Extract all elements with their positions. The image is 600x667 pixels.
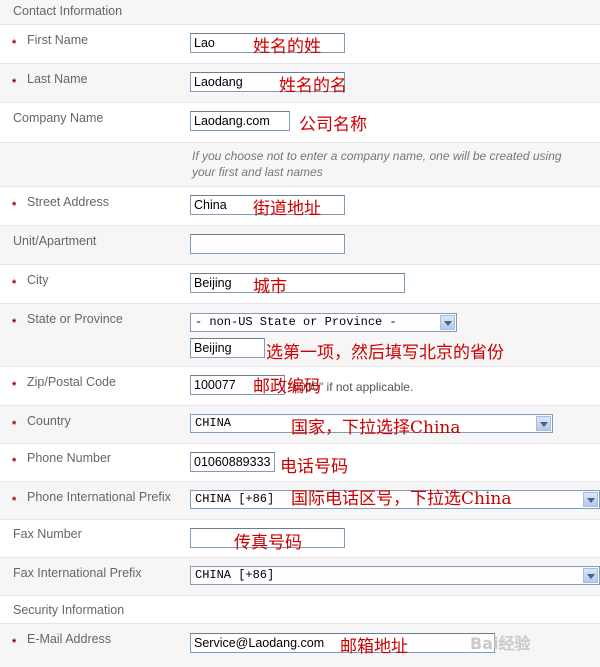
chevron-down-icon[interactable] xyxy=(583,568,598,583)
watermark-logo: Bai经验 xyxy=(470,634,531,653)
fax-prefix-label: Fax International Prefix xyxy=(13,566,142,580)
required-marker: * xyxy=(12,380,17,392)
state-province-label: State or Province xyxy=(27,312,123,326)
fax-number-label: Fax Number xyxy=(13,527,82,541)
required-marker: * xyxy=(12,38,17,50)
first-name-label: First Name xyxy=(27,33,89,47)
company-name-hint: If you choose not to enter a company nam… xyxy=(192,149,562,179)
phone-number-annotation: 电话号码 xyxy=(280,457,348,477)
state-province-input[interactable]: Beijing xyxy=(190,338,265,358)
fax-prefix-selected: CHINA [+86] xyxy=(195,568,275,582)
state-province-select[interactable]: - non-US State or Province - xyxy=(190,313,457,332)
company-name-input[interactable]: Laodang.com xyxy=(190,111,290,131)
required-marker: * xyxy=(12,77,17,89)
street-address-label: Street Address xyxy=(27,195,109,209)
phone-number-input[interactable]: 01060889333 xyxy=(190,452,275,472)
state-province-selected: - non-US State or Province - xyxy=(195,315,397,329)
city-annotation: 城市 xyxy=(253,277,287,297)
required-marker: * xyxy=(12,278,17,290)
street-address-annotation: 街道地址 xyxy=(253,199,321,219)
first-name-annotation: 姓名的姓 xyxy=(253,37,321,57)
phone-prefix-selected: CHINA [+86] xyxy=(195,492,275,506)
country-annotation: 国家，下拉选择China xyxy=(291,418,461,438)
zip-postal-code-label: Zip/Postal Code xyxy=(27,375,116,389)
required-marker: * xyxy=(12,419,17,431)
last-name-annotation: 姓名的名 xyxy=(279,76,347,96)
chevron-down-icon[interactable] xyxy=(536,416,551,431)
chevron-down-icon[interactable] xyxy=(583,492,598,507)
required-marker: * xyxy=(12,317,17,329)
country-label: Country xyxy=(27,414,71,428)
chevron-down-icon[interactable] xyxy=(440,315,455,330)
required-marker: * xyxy=(12,495,17,507)
phone-prefix-annotation: 国际电话区号，下拉选China xyxy=(291,489,512,509)
zip-postal-code-annotation: 邮政编码 xyxy=(253,377,321,397)
required-marker: * xyxy=(12,637,17,649)
company-name-label: Company Name xyxy=(13,111,104,125)
phone-number-label: Phone Number xyxy=(27,451,112,465)
city-input[interactable]: Beijing xyxy=(190,273,405,293)
city-label: City xyxy=(27,273,49,287)
fax-number-annotation: 传真号码 xyxy=(234,533,302,553)
country-selected: CHINA xyxy=(195,416,232,430)
fax-prefix-select[interactable]: CHINA [+86] xyxy=(190,566,600,585)
contact-information-heading: Contact Information xyxy=(13,4,123,18)
last-name-label: Last Name xyxy=(27,72,88,86)
required-marker: * xyxy=(12,200,17,212)
email-address-annotation: 邮箱地址 xyxy=(340,637,408,657)
required-marker: * xyxy=(12,456,17,468)
state-province-annotation: 选第一项，然后填写北京的省份 xyxy=(266,343,504,363)
unit-apartment-label: Unit/Apartment xyxy=(13,234,97,248)
phone-prefix-label: Phone International Prefix xyxy=(27,490,171,504)
security-information-heading: Security Information xyxy=(13,603,125,617)
email-address-label: E-Mail Address xyxy=(27,632,112,646)
unit-apartment-input[interactable] xyxy=(190,234,345,254)
company-name-annotation: 公司名称 xyxy=(299,115,367,135)
